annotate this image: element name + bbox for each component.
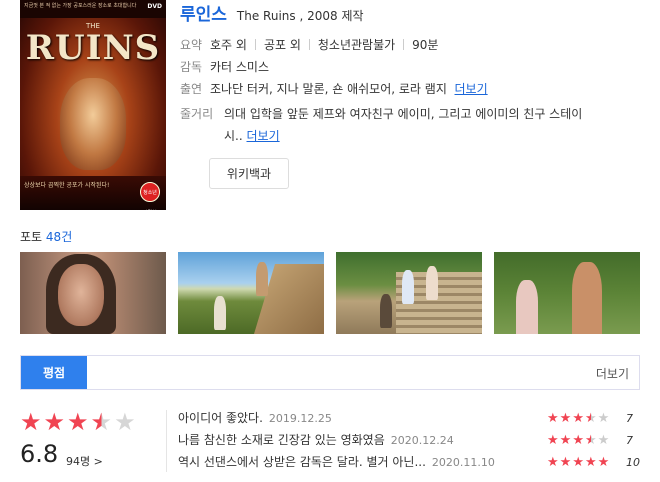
plot-line-1: 의대 입학을 앞둔 제프와 여자친구 에이미, 그리고 에이미의 친구 스테이: [224, 107, 583, 121]
star-icon: ★: [43, 408, 66, 436]
star-empty-icon: ★: [114, 408, 136, 436]
poster-rating-badge: 청소년관람불가: [140, 182, 160, 202]
average-score: 6.8: [20, 440, 59, 468]
review-item[interactable]: 나름 참신한 소재로 긴장감 있는 영화였음 2020.12.24: [178, 431, 454, 448]
star-empty-icon: ★: [597, 411, 610, 426]
cast-names: 조나단 터커, 지나 말론, 숀 애쉬모어, 로라 램지 더보기: [210, 78, 488, 100]
rating-tab-bar: 평점 더보기: [20, 355, 640, 390]
divider: [166, 410, 167, 472]
photo-thumbnail-4[interactable]: [494, 252, 640, 334]
chevron-right-icon: >: [93, 455, 103, 468]
movie-title-english: The Ruins , 2008 제작: [236, 9, 364, 23]
summary-value: 호주 외 공포 외 청소년관람불가 90분: [210, 34, 438, 56]
summary-runtime: 90분: [412, 38, 439, 52]
star-icon: ★: [547, 433, 559, 448]
star-icon: ★: [597, 455, 610, 470]
star-half-icon: ★: [584, 433, 597, 448]
movie-info: 요약 호주 외 공포 외 청소년관람불가 90분 감독 카터 스미스 출연 조나단 터…: [180, 34, 640, 100]
review-score: 10: [626, 456, 640, 469]
poster-top-text: 지금껏 본 적 없는 가장 공포스러운 장소로 초대합니다: [20, 0, 166, 18]
star-icon: ★: [572, 433, 584, 448]
star-half-icon: ★: [584, 411, 597, 426]
star-half-icon: ★: [90, 408, 113, 436]
star-icon: ★: [584, 455, 597, 470]
summary-label: 요약: [180, 38, 203, 52]
wikipedia-button[interactable]: 위키백과: [209, 158, 289, 189]
divider: [308, 39, 310, 50]
tab-rating[interactable]: 평점: [21, 356, 87, 389]
director-row: 감독 카터 스미스: [180, 56, 640, 78]
director-name[interactable]: 카터 스미스: [210, 56, 269, 78]
review-text: 아이디어 좋았다.: [178, 411, 263, 425]
poster-face-image: [60, 78, 126, 170]
plot-text: 의대 입학을 앞둔 제프와 여자친구 에이미, 그리고 에이미의 친구 스테이시…: [224, 103, 640, 147]
plot-label: 줄거리: [180, 107, 214, 121]
photo-figure: [256, 262, 268, 296]
star-icon: ★: [547, 455, 559, 470]
photo-label: 포토: [20, 230, 43, 244]
photo-figure: [380, 294, 392, 328]
rating-count-value: 94명: [66, 455, 91, 468]
summary-country: 호주 외: [210, 38, 247, 52]
photo-count: 48건: [45, 230, 73, 244]
movie-title-link[interactable]: 루인스: [180, 0, 227, 25]
director-label: 감독: [180, 60, 203, 74]
review-stars: ★ ★ ★ ★ ★: [547, 412, 609, 425]
photo-figure: [516, 280, 538, 334]
photo-thumbnail-3[interactable]: [336, 252, 482, 334]
summary-genre: 공포 외: [263, 38, 301, 52]
review-stars: ★ ★ ★ ★ ★: [547, 456, 609, 469]
photo-figure: [214, 296, 226, 330]
review-item[interactable]: 아이디어 좋았다. 2019.12.25: [178, 409, 332, 426]
photo-figure: [402, 270, 414, 304]
poster-title: RUINS: [25, 28, 161, 68]
review-score: 7: [626, 412, 633, 425]
plot-row: 줄거리 의대 입학을 앞둔 제프와 여자친구 에이미, 그리고 에이미의 친구 …: [180, 103, 640, 147]
star-icon: ★: [20, 408, 42, 436]
photo-figure: [572, 262, 602, 334]
review-text: 역시 선댄스에서 상받은 감독은 달라. 별거 아닌...: [178, 455, 426, 469]
rating-more-link[interactable]: 더보기: [596, 365, 629, 382]
review-score: 7: [626, 434, 633, 447]
summary-age-rating: 청소년관람불가: [317, 38, 396, 52]
cast-row: 출연 조나단 터커, 지나 말론, 숀 애쉬모어, 로라 램지 더보기: [180, 78, 640, 100]
photo-section-title[interactable]: 포토 48건: [20, 228, 72, 245]
star-icon: ★: [572, 411, 584, 426]
divider: [254, 39, 256, 50]
review-date: 2020.11.10: [431, 456, 495, 469]
cast-label: 출연: [180, 82, 203, 96]
divider: [403, 39, 405, 50]
star-icon: ★: [559, 411, 572, 426]
star-icon: ★: [572, 455, 584, 470]
plot-more-link[interactable]: 더보기: [247, 129, 280, 143]
movie-title-row: 루인스 The Ruins , 2008 제작: [180, 0, 364, 25]
summary-row: 요약 호주 외 공포 외 청소년관람불가 90분: [180, 34, 640, 56]
photo-thumbnail-2[interactable]: [178, 252, 324, 334]
star-empty-icon: ★: [597, 433, 610, 448]
review-date: 2020.12.24: [390, 434, 454, 447]
cast-list[interactable]: 조나단 터커, 지나 말론, 숀 애쉬모어, 로라 램지: [210, 82, 447, 96]
review-item[interactable]: 역시 선댄스에서 상받은 감독은 달라. 별거 아닌... 2020.11.10: [178, 453, 495, 470]
star-icon: ★: [547, 411, 559, 426]
star-icon: ★: [559, 433, 572, 448]
cast-more-link[interactable]: 더보기: [455, 82, 488, 96]
photo-face-shape: [58, 264, 104, 326]
star-icon: ★: [559, 455, 572, 470]
review-stars: ★ ★ ★ ★ ★: [547, 434, 609, 447]
poster-dvd-label: DVD: [147, 3, 162, 10]
rating-count[interactable]: 94명 >: [66, 453, 103, 469]
review-date: 2019.12.25: [268, 412, 332, 425]
photo-figure: [426, 266, 438, 300]
photo-thumbnail-1[interactable]: [20, 252, 166, 334]
plot-line-2: 시..: [224, 129, 243, 143]
average-stars: ★ ★ ★ ★ ★: [20, 410, 136, 434]
movie-poster[interactable]: 지금껏 본 적 없는 가장 공포스러운 장소로 초대합니다 DVD THE RU…: [20, 0, 166, 210]
star-icon: ★: [67, 408, 89, 436]
review-text: 나름 참신한 소재로 긴장감 있는 영화였음: [178, 433, 385, 447]
